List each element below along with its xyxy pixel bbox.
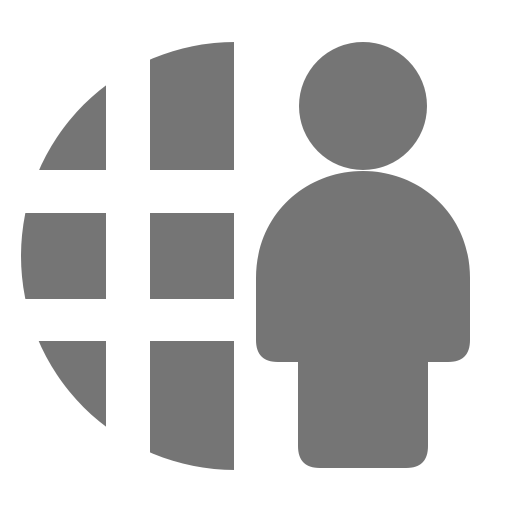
globe-tile (21, 341, 106, 470)
globe-tile (21, 213, 106, 299)
icon-canvas (0, 0, 512, 512)
globe-user-icon (21, 42, 470, 470)
person-icon (256, 42, 470, 468)
person-head (299, 42, 427, 170)
globe-tile (21, 42, 106, 170)
globe-tile (150, 213, 234, 299)
person-body (256, 171, 470, 468)
globe-tile (150, 42, 234, 170)
globe-grid-icon (21, 42, 234, 470)
globe-tile (150, 341, 234, 470)
